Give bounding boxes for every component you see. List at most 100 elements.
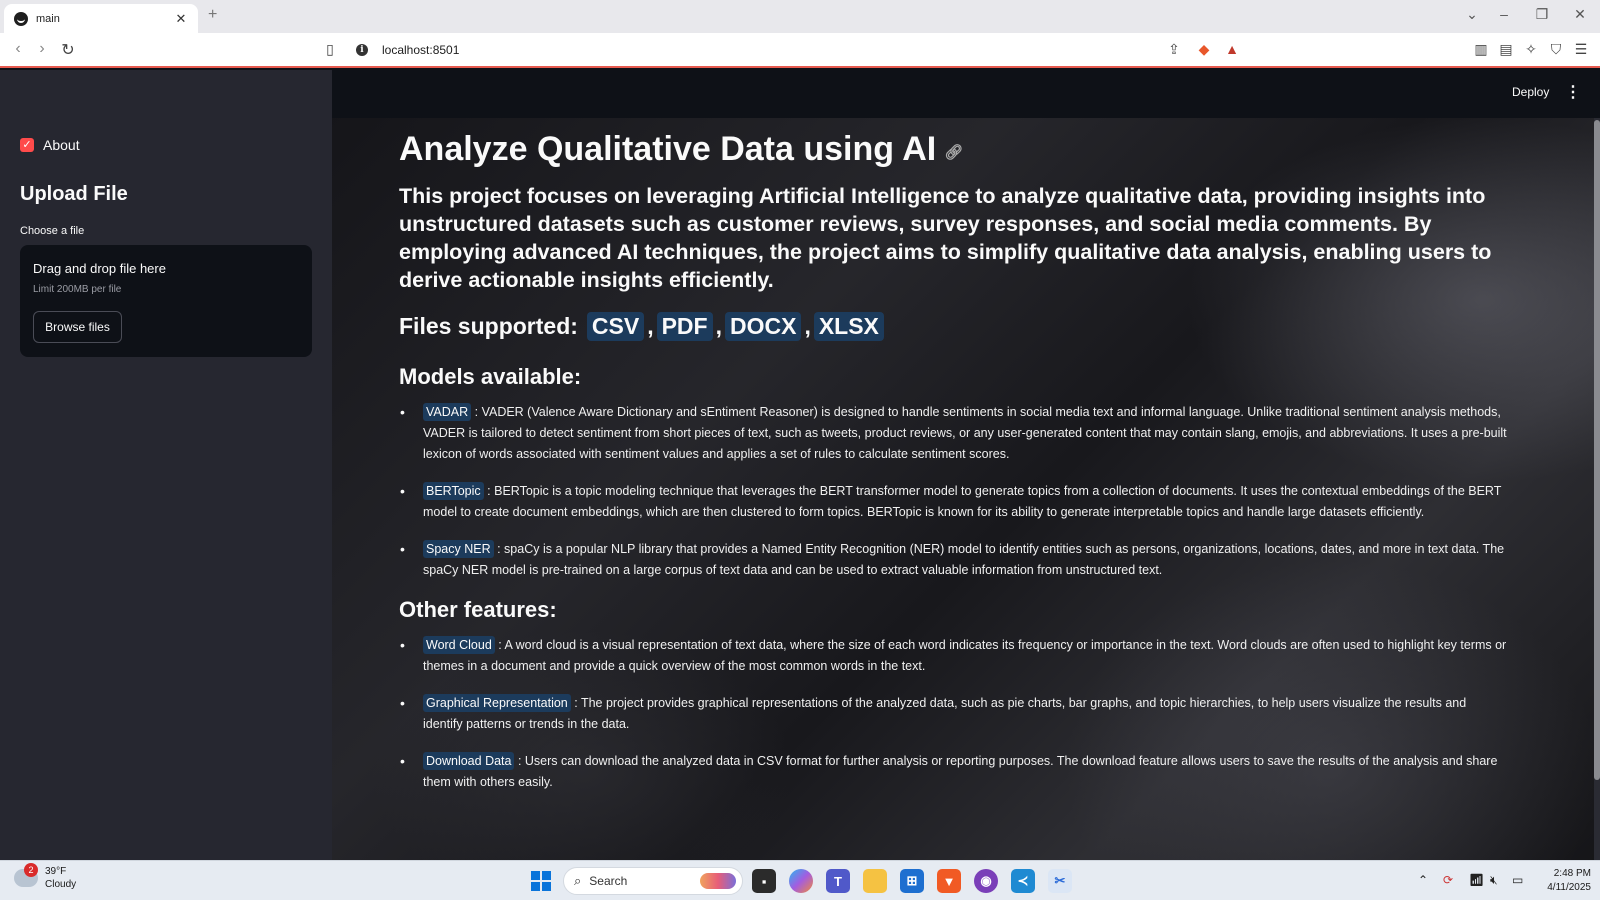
deploy-button[interactable]: Deploy xyxy=(1512,85,1549,99)
model-description: : VADER (Valence Aware Dictionary and sE… xyxy=(423,405,1507,461)
feature-description: : Users can download the analyzed data i… xyxy=(423,754,1498,789)
file-type-chip: CSV xyxy=(586,311,645,341)
browser-tab[interactable]: main ✕ xyxy=(4,4,198,33)
volume-muted-icon[interactable]: 🔇︎ xyxy=(1490,873,1498,888)
checkbox-checked-icon[interactable]: ✓ xyxy=(20,138,34,152)
brave-shield-icon[interactable]: ◆ xyxy=(1195,41,1213,58)
windows-taskbar: 2 39°F Cloudy ⌕ Search ▪ T ⊞ ▼ ◉ ≺ ✂ ⌃ ⟳… xyxy=(0,860,1600,900)
scrollbar-thumb[interactable] xyxy=(1594,120,1600,780)
temperature: 39°F xyxy=(45,866,67,877)
podcast-app-icon[interactable]: ◉ xyxy=(974,869,998,893)
files-label: Files supported: xyxy=(399,312,578,339)
list-item: Graphical Representation : The project p… xyxy=(399,693,1509,735)
weather-widget[interactable]: 2 39°F Cloudy xyxy=(14,863,76,891)
task-view-icon[interactable]: ▪ xyxy=(752,869,776,893)
brave-rewards-icon[interactable]: ▲ xyxy=(1223,41,1241,57)
feature-chip: Graphical Representation xyxy=(423,694,571,712)
model-description: : BERTopic is a topic modeling technique… xyxy=(423,484,1502,519)
brave-browser-icon[interactable]: ▼ xyxy=(937,869,961,893)
vscode-icon[interactable]: ≺ xyxy=(1011,869,1035,893)
list-item: Spacy NER : spaCy is a popular NLP libra… xyxy=(399,539,1509,581)
dropzone-title: Drag and drop file here xyxy=(33,261,166,276)
file-explorer-icon[interactable] xyxy=(863,869,887,893)
back-icon[interactable]: ‹ xyxy=(8,40,28,58)
anchor-link-icon[interactable]: 🔗︎ xyxy=(944,143,963,161)
site-info-icon[interactable]: i xyxy=(356,44,368,56)
close-tab-icon[interactable]: ✕ xyxy=(174,11,188,27)
leo-ai-icon[interactable]: ✧ xyxy=(1522,41,1540,58)
feature-description: : A word cloud is a visual representatio… xyxy=(423,638,1507,673)
address-bar: ‹ › ↻ ▯ i localhost:8501 ⇪ ◆ ▲ ▥ ▤ ✧ ⛉ ☰ xyxy=(0,33,1600,68)
intro-paragraph: This project focuses on leveraging Artif… xyxy=(399,184,1492,292)
clock-date: 4/11/2025 xyxy=(1547,882,1591,893)
app-header: Deploy ⋮ xyxy=(332,70,1600,118)
main-menu-icon[interactable]: ⋮ xyxy=(1565,82,1581,102)
taskbar-search[interactable]: ⌕ Search xyxy=(563,867,743,895)
sync-icon[interactable]: ⟳ xyxy=(1443,873,1453,887)
microsoft-store-icon[interactable]: ⊞ xyxy=(900,869,924,893)
model-description: : spaCy is a popular NLP library that pr… xyxy=(423,542,1505,577)
url-text[interactable]: localhost:8501 xyxy=(382,43,459,57)
model-chip: BERTopic xyxy=(423,482,484,500)
search-highlight-icon xyxy=(700,873,736,889)
feature-chip: Word Cloud xyxy=(423,636,495,654)
system-clock[interactable]: 2:48 PM 4/11/2025 xyxy=(1537,867,1591,895)
battery-icon[interactable]: ▭ xyxy=(1512,873,1523,887)
teams-icon[interactable]: T xyxy=(826,869,850,893)
main-content-area: Deploy ⋮ Analyze Qualitative Data using … xyxy=(332,70,1600,860)
features-list: Word Cloud : A word cloud is a visual re… xyxy=(399,635,1549,793)
sidebar-toggle-icon[interactable]: ▥ xyxy=(1472,41,1490,58)
features-heading: Other features: xyxy=(399,597,557,622)
about-label[interactable]: About xyxy=(43,137,80,153)
minimize-icon[interactable]: – xyxy=(1494,6,1514,22)
files-supported: Files supported: CSV, PDF, DOCX, XLSX xyxy=(399,310,1549,342)
file-uploader-label: Choose a file xyxy=(20,225,85,237)
reload-icon[interactable]: ↻ xyxy=(58,40,78,60)
menu-icon[interactable]: ☰ xyxy=(1572,41,1590,58)
model-chip: VADAR xyxy=(423,403,472,421)
file-type-chip: PDF xyxy=(656,311,713,341)
tab-title: main xyxy=(36,12,60,25)
weather-text: 39°F Cloudy xyxy=(45,865,76,891)
browse-files-button[interactable]: Browse files xyxy=(33,311,122,343)
wifi-icon[interactable]: 📶︎ xyxy=(1469,873,1484,887)
new-tab-icon[interactable]: + xyxy=(208,6,217,24)
search-icon: ⌕ xyxy=(574,873,582,888)
search-placeholder: Search xyxy=(589,874,628,888)
share-icon[interactable]: ⇪ xyxy=(1165,41,1183,58)
weather-condition: Cloudy xyxy=(45,879,77,890)
feature-description: : The project provides graphical represe… xyxy=(423,696,1467,731)
windows-start-icon[interactable] xyxy=(531,871,551,891)
page-title-row: Analyze Qualitative Data using AI 🔗︎ xyxy=(399,126,1549,172)
tab-list-chevron-icon[interactable]: ⌄ xyxy=(1462,6,1482,23)
copilot-icon[interactable] xyxy=(789,869,813,893)
wallet-icon[interactable]: ▤ xyxy=(1497,41,1515,58)
restore-icon[interactable]: ❐ xyxy=(1532,6,1552,23)
forward-icon[interactable]: › xyxy=(32,40,52,58)
vpn-shield-icon[interactable]: ⛉ xyxy=(1547,41,1565,58)
markdown-content: Analyze Qualitative Data using AI 🔗︎ Thi… xyxy=(399,126,1549,809)
dropzone-limit: Limit 200MB per file xyxy=(33,284,122,295)
clock-time: 2:48 PM xyxy=(1553,868,1591,879)
models-heading: Models available: xyxy=(399,364,582,389)
bookmark-icon[interactable]: ▯ xyxy=(321,41,339,58)
file-type-chip: XLSX xyxy=(813,311,884,341)
url-field[interactable]: i localhost:8501 xyxy=(348,37,1248,63)
list-item: Word Cloud : A word cloud is a visual re… xyxy=(399,635,1509,677)
snipping-tool-icon[interactable]: ✂ xyxy=(1048,869,1072,893)
feature-chip: Download Data xyxy=(423,752,515,770)
notification-badge: 2 xyxy=(24,863,38,877)
window-close-icon[interactable]: ✕ xyxy=(1570,6,1590,23)
browser-tab-bar: main ✕ + ⌄ – ❐ ✕ xyxy=(0,0,1600,33)
about-checkbox[interactable]: ✓ About xyxy=(20,137,80,153)
list-item: Download Data : Users can download the a… xyxy=(399,751,1509,793)
models-list: VADAR : VADER (Valence Aware Dictionary … xyxy=(399,402,1549,581)
tray-chevron-up-icon[interactable]: ⌃ xyxy=(1418,873,1428,887)
list-item: VADAR : VADER (Valence Aware Dictionary … xyxy=(399,402,1509,465)
upload-title: Upload File xyxy=(20,183,128,205)
streamlit-favicon-icon xyxy=(14,11,28,26)
file-dropzone[interactable]: Drag and drop file here Limit 200MB per … xyxy=(20,245,312,357)
file-type-chip: DOCX xyxy=(724,311,802,341)
model-chip: Spacy NER xyxy=(423,540,494,558)
list-item: BERTopic : BERTopic is a topic modeling … xyxy=(399,481,1509,523)
